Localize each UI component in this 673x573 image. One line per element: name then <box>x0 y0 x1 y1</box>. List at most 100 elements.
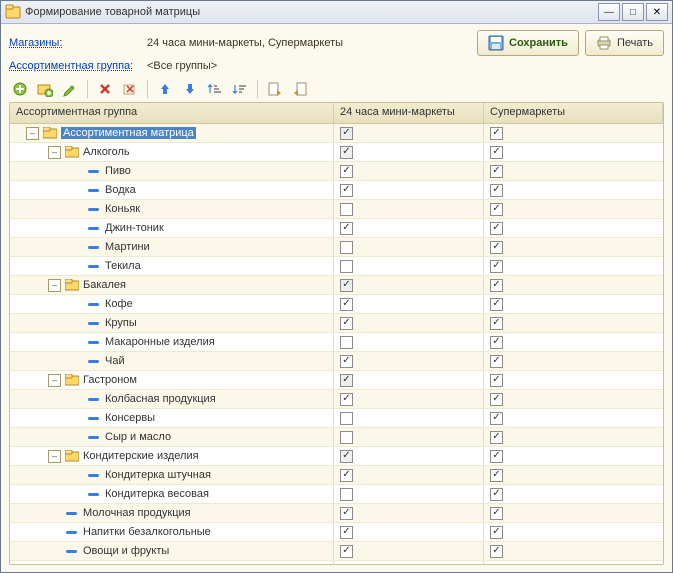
toggle-icon[interactable]: – <box>48 279 61 292</box>
group-label[interactable]: Ассортиментная группа: <box>9 60 139 72</box>
checkbox[interactable] <box>490 241 503 254</box>
checkbox[interactable] <box>340 336 353 349</box>
checkbox[interactable] <box>340 469 353 482</box>
tree-row[interactable]: –Гастроном <box>10 371 663 390</box>
checkbox[interactable] <box>490 355 503 368</box>
sort-asc-button[interactable] <box>204 78 226 100</box>
checkbox[interactable] <box>340 260 353 273</box>
tree-row[interactable]: Овощи и фрукты <box>10 542 663 561</box>
checkbox[interactable] <box>340 450 353 463</box>
checkbox[interactable] <box>340 298 353 311</box>
checkbox[interactable] <box>490 203 503 216</box>
tree-row[interactable]: –Ассортиментная матрица <box>10 124 663 143</box>
checkbox[interactable] <box>490 507 503 520</box>
checkbox[interactable] <box>490 488 503 501</box>
checkbox[interactable] <box>340 488 353 501</box>
move-down-button[interactable] <box>179 78 201 100</box>
checkbox[interactable] <box>340 526 353 539</box>
checkbox[interactable] <box>490 469 503 482</box>
checkbox[interactable] <box>490 127 503 140</box>
save-to-doc-button[interactable] <box>289 78 311 100</box>
checkbox[interactable] <box>490 222 503 235</box>
checkbox[interactable] <box>490 336 503 349</box>
sort-desc-button[interactable] <box>229 78 251 100</box>
maximize-button[interactable]: □ <box>622 3 644 21</box>
tree-row[interactable]: Коньяк <box>10 200 663 219</box>
tree-row[interactable]: Макаронные изделия <box>10 333 663 352</box>
checkbox[interactable] <box>490 564 503 565</box>
edit-button[interactable] <box>59 78 81 100</box>
stores-label[interactable]: Магазины: <box>9 37 139 49</box>
toggle-icon[interactable]: – <box>48 450 61 463</box>
tree-row[interactable]: Джин-тоник <box>10 219 663 238</box>
grid-body[interactable]: –Ассортиментная матрица–АлкогольПивоВодк… <box>10 124 663 564</box>
checkbox[interactable] <box>490 412 503 425</box>
checkbox[interactable] <box>490 298 503 311</box>
add-button[interactable] <box>9 78 31 100</box>
checkbox[interactable] <box>490 184 503 197</box>
tree-row[interactable]: –Бакалея <box>10 276 663 295</box>
tree-row[interactable]: Крупы <box>10 314 663 333</box>
checkbox[interactable] <box>340 317 353 330</box>
tree-row[interactable]: Пиво <box>10 162 663 181</box>
toggle-icon[interactable]: – <box>48 374 61 387</box>
close-button[interactable]: ✕ <box>646 3 668 21</box>
tree-row[interactable]: Напитки безалкогольные <box>10 523 663 542</box>
tree-row[interactable]: Кофе <box>10 295 663 314</box>
checkbox[interactable] <box>490 260 503 273</box>
checkbox[interactable] <box>340 545 353 558</box>
checkbox[interactable] <box>340 393 353 406</box>
checkbox[interactable] <box>340 412 353 425</box>
checkbox[interactable] <box>490 450 503 463</box>
checkbox[interactable] <box>340 241 353 254</box>
delete-button[interactable] <box>94 78 116 100</box>
checkbox[interactable] <box>340 222 353 235</box>
tree-row[interactable]: Кондитерка весовая <box>10 485 663 504</box>
tree-row[interactable]: Текила <box>10 257 663 276</box>
checkbox[interactable] <box>490 431 503 444</box>
minimize-button[interactable]: — <box>598 3 620 21</box>
checkbox[interactable] <box>490 374 503 387</box>
checkbox[interactable] <box>490 279 503 292</box>
save-button[interactable]: Сохранить <box>477 30 579 56</box>
tree-row[interactable]: Кондитерка штучная <box>10 466 663 485</box>
tree-row[interactable]: –Алкоголь <box>10 143 663 162</box>
checkbox[interactable] <box>340 564 353 565</box>
print-button[interactable]: Печать <box>585 30 664 56</box>
checkbox[interactable] <box>340 431 353 444</box>
checkbox[interactable] <box>490 545 503 558</box>
mark-delete-button[interactable] <box>119 78 141 100</box>
checkbox[interactable] <box>490 317 503 330</box>
checkbox[interactable] <box>490 146 503 159</box>
checkbox[interactable] <box>490 526 503 539</box>
checkbox[interactable] <box>490 165 503 178</box>
checkbox[interactable] <box>340 184 353 197</box>
checkbox[interactable] <box>340 374 353 387</box>
tree-row[interactable]: Специи <box>10 561 663 564</box>
toggle-icon[interactable]: – <box>26 127 39 140</box>
add-group-button[interactable] <box>34 78 56 100</box>
tree-row[interactable]: Мартини <box>10 238 663 257</box>
column-header-c2[interactable]: Супермаркеты <box>484 103 663 123</box>
node-label: Коньяк <box>105 203 144 215</box>
tree-row[interactable]: Сыр и масло <box>10 428 663 447</box>
tree-row[interactable]: Чай <box>10 352 663 371</box>
column-header-c1[interactable]: 24 часа мини-маркеты <box>334 103 484 123</box>
checkbox[interactable] <box>340 279 353 292</box>
checkbox[interactable] <box>340 127 353 140</box>
move-up-button[interactable] <box>154 78 176 100</box>
checkbox[interactable] <box>340 507 353 520</box>
toggle-icon[interactable]: – <box>48 146 61 159</box>
tree-row[interactable]: Молочная продукция <box>10 504 663 523</box>
tree-row[interactable]: –Кондитерские изделия <box>10 447 663 466</box>
checkbox[interactable] <box>340 146 353 159</box>
checkbox[interactable] <box>340 165 353 178</box>
load-from-doc-button[interactable] <box>264 78 286 100</box>
tree-row[interactable]: Колбасная продукция <box>10 390 663 409</box>
checkbox[interactable] <box>340 203 353 216</box>
tree-row[interactable]: Водка <box>10 181 663 200</box>
checkbox[interactable] <box>340 355 353 368</box>
column-header-name[interactable]: Ассортиментная группа <box>10 103 334 123</box>
checkbox[interactable] <box>490 393 503 406</box>
tree-row[interactable]: Консервы <box>10 409 663 428</box>
